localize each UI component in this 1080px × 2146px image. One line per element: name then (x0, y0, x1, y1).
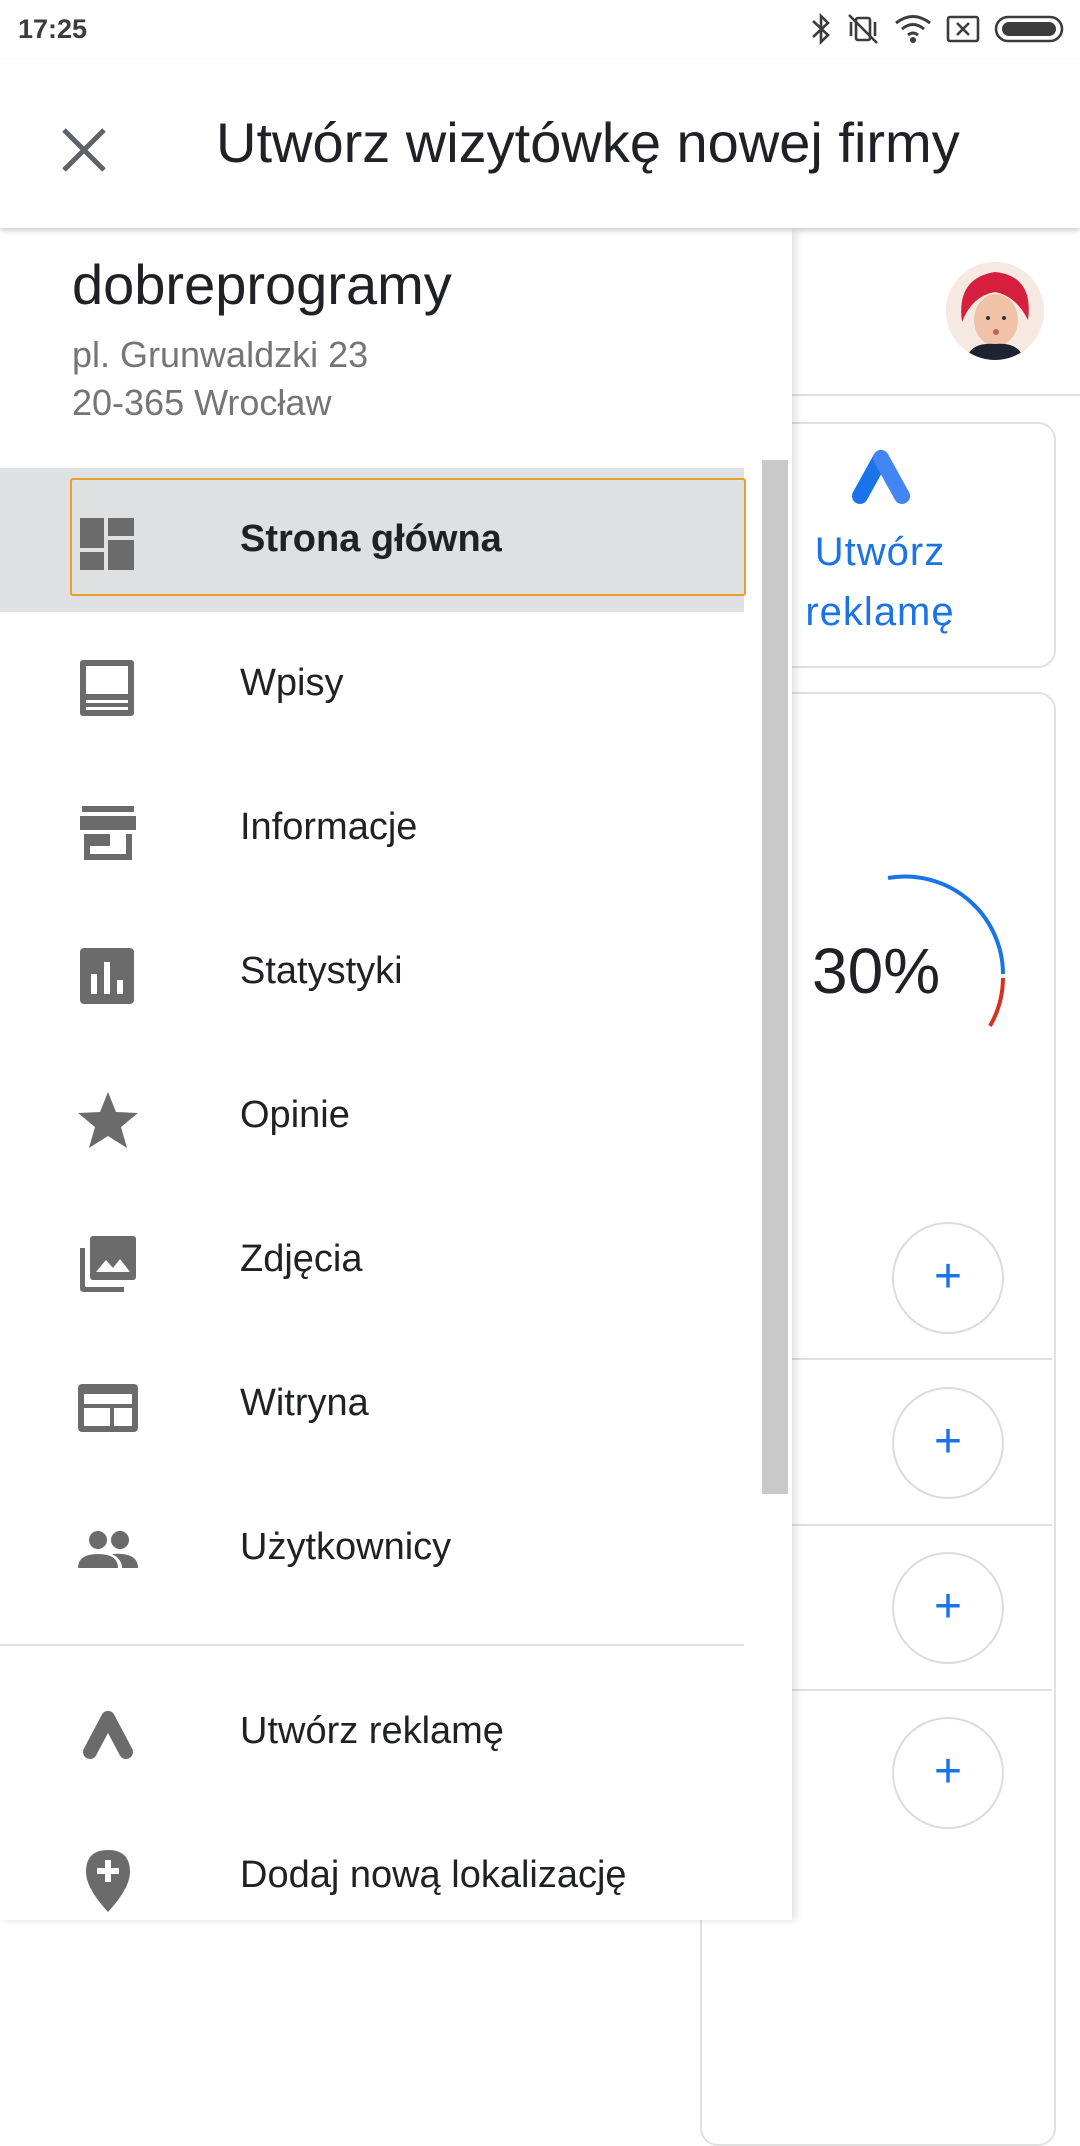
nav-item-posts[interactable]: Wpisy (0, 612, 744, 756)
row-divider (790, 1524, 1052, 1526)
nav-item-label: Statystyki (240, 950, 403, 992)
nav-item-create-ad[interactable]: Utwórz reklamę (0, 1660, 744, 1804)
header-divider (790, 394, 1080, 396)
wifi-icon (894, 14, 932, 49)
add-button[interactable]: + (892, 1222, 1004, 1334)
google-ads-icon (76, 1704, 140, 1768)
row-divider (790, 1689, 1052, 1691)
add-location-icon (76, 1848, 140, 1912)
nav-item-add-location[interactable]: Dodaj nową lokalizację (0, 1804, 744, 1948)
drawer-divider (0, 1644, 744, 1646)
navigation-drawer: dobreprogramy pl. Grunwaldzki 23 20-365 … (0, 228, 792, 1920)
nav-item-label: Wpisy (240, 662, 344, 704)
posts-icon (76, 656, 140, 720)
bar-chart-icon (76, 944, 140, 1008)
nav-item-label: Opinie (240, 1094, 350, 1136)
status-icons (810, 12, 1066, 51)
create-ad-card-label[interactable]: Utwórz reklamę (790, 522, 970, 642)
photos-icon (76, 1232, 140, 1296)
website-icon (76, 1376, 140, 1440)
avatar[interactable] (946, 262, 1044, 360)
add-button[interactable]: + (892, 1387, 1004, 1499)
google-ads-logo-icon (846, 450, 916, 515)
add-button[interactable]: + (892, 1552, 1004, 1664)
nav-item-label: Witryna (240, 1382, 369, 1424)
battery-icon (994, 14, 1066, 49)
status-bar: 17:25 (0, 0, 1080, 60)
nav-item-label: Dodaj nową lokalizację (240, 1854, 627, 1896)
nav-item-photos[interactable]: Zdjęcia (0, 1188, 744, 1332)
status-time: 17:25 (18, 14, 88, 44)
page-title: Utwórz wizytówkę nowej firmy (216, 111, 960, 174)
nav-item-reviews[interactable]: Opinie (0, 1044, 744, 1188)
nav-item-users[interactable]: Użytkownicy (0, 1476, 744, 1620)
business-name: dobreprogramy (72, 253, 452, 316)
nav-item-label: Informacje (240, 806, 418, 848)
app-bar: Utwórz wizytówkę nowej firmy (0, 60, 1080, 228)
drawer-scrollbar[interactable] (762, 460, 788, 1494)
no-sim-icon (946, 14, 980, 49)
business-address-line1: pl. Grunwaldzki 23 (72, 334, 369, 375)
dashboard-icon (76, 512, 140, 576)
nav-item-label: Strona główna (240, 518, 502, 560)
nav-item-home[interactable]: Strona główna (0, 468, 746, 612)
close-button[interactable] (50, 116, 118, 184)
nav-item-info[interactable]: Informacje (0, 756, 744, 900)
nav-item-stats[interactable]: Statystyki (0, 900, 744, 1044)
nav-item-website[interactable]: Witryna (0, 1332, 744, 1476)
close-icon (62, 128, 106, 172)
vibrate-off-icon (846, 12, 880, 51)
star-icon (76, 1088, 140, 1152)
row-divider (790, 1358, 1052, 1360)
store-icon (76, 800, 140, 864)
nav-item-label: Użytkownicy (240, 1526, 452, 1568)
add-button[interactable]: + (892, 1717, 1004, 1829)
nav-item-label: Utwórz reklamę (240, 1710, 504, 1752)
nav-item-label: Zdjęcia (240, 1238, 363, 1280)
people-icon (76, 1520, 140, 1584)
business-address-line2: 20-365 Wrocław (72, 382, 332, 423)
progress-percent: 30% (812, 935, 941, 1007)
bluetooth-icon (810, 12, 832, 51)
